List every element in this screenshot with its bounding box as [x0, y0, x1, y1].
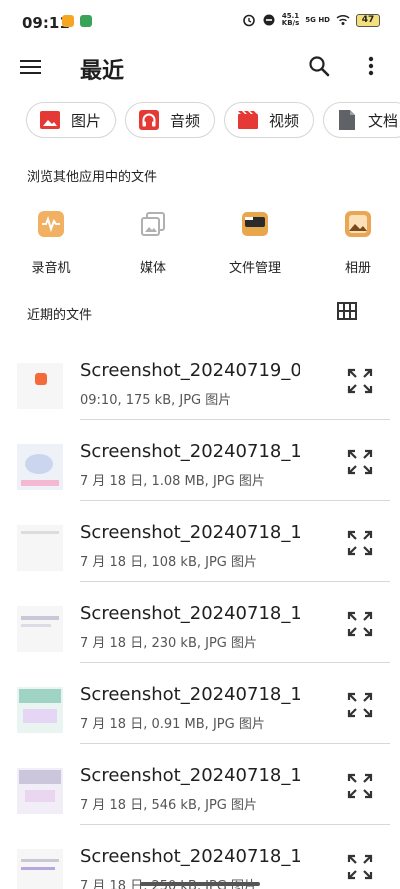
file-row[interactable]: Screenshot_20240718_1… 7 月 18 日, 230 kB,…: [0, 600, 400, 681]
expand-icon[interactable]: [347, 368, 373, 394]
file-meta: 7 月 18 日, 230 kB, JPG 图片: [80, 636, 258, 651]
chip-documents[interactable]: 文档: [323, 102, 400, 138]
thumbnail-content: [21, 531, 59, 534]
file-name: Screenshot_20240718_1…: [80, 684, 300, 705]
divider: [80, 824, 390, 825]
file-meta: 7 月 18 日, 0.91 MB, JPG 图片: [80, 717, 265, 732]
notification-app-icon-green: [80, 15, 92, 27]
chip-video[interactable]: 视频: [224, 102, 315, 138]
do-not-disturb-icon: [263, 14, 275, 26]
thumbnail-content: [21, 867, 55, 870]
expand-icon[interactable]: [347, 692, 373, 718]
app-label: 文件管理: [228, 261, 281, 276]
chip-images[interactable]: 图片: [26, 102, 117, 138]
file-name: Screenshot_20240719_0…: [80, 360, 300, 381]
status-bar: 09:11 45.1 KB/s 5G HD 47: [0, 0, 400, 48]
recorder-icon: [38, 211, 64, 237]
app-label: 相册: [344, 261, 371, 276]
file-meta: 7 月 18 日, 546 kB, JPG 图片: [80, 798, 258, 813]
app-gallery[interactable]: 相册: [323, 209, 393, 276]
network-type: 5G HD: [305, 15, 330, 24]
thumbnail-content: [25, 454, 53, 474]
file-thumbnail: [17, 525, 63, 571]
file-row[interactable]: Screenshot_20240718_1… 7 月 18 日, 546 kB,…: [0, 762, 400, 843]
chip-label: 文档: [368, 111, 399, 130]
thumbnail-content: [21, 859, 59, 862]
thumbnail-app-icon: [35, 373, 47, 385]
app-recorder[interactable]: 录音机: [16, 209, 86, 276]
video-clapper-icon: [238, 111, 259, 129]
thumbnail-content: [19, 689, 61, 703]
app-label: 媒体: [139, 261, 166, 276]
chip-audio[interactable]: 音频: [125, 102, 216, 138]
file-row[interactable]: Screenshot_20240719_0… 09:10, 175 kB, JP…: [0, 357, 400, 438]
browse-apps-heading: 浏览其他应用中的文件: [27, 170, 158, 185]
expand-icon[interactable]: [347, 530, 373, 556]
file-name: Screenshot_20240718_1…: [80, 522, 300, 543]
file-row[interactable]: Screenshot_20240718_1… 7 月 18 日, 0.91 MB…: [0, 681, 400, 762]
app-file-manager[interactable]: 文件管理: [220, 209, 290, 276]
expand-icon[interactable]: [347, 449, 373, 475]
network-speed: 45.1 KB/s: [281, 12, 300, 27]
category-chips: 图片 音频 视频 文档: [26, 102, 400, 138]
home-indicator[interactable]: [140, 882, 260, 886]
wifi-icon: [336, 14, 350, 25]
file-thumbnail: [17, 444, 63, 490]
recent-files-heading: 近期的文件: [27, 308, 93, 323]
file-row[interactable]: Screenshot_20240718_1… 7 月 18 日, 108 kB,…: [0, 519, 400, 600]
file-thumbnail: [17, 606, 63, 652]
status-right: 45.1 KB/s 5G HD 47: [242, 13, 380, 27]
app-label: 录音机: [31, 261, 71, 276]
file-name: Screenshot_20240718_1…: [80, 846, 300, 867]
divider: [80, 500, 390, 501]
thumbnail-content: [21, 624, 51, 627]
more-options-icon[interactable]: [360, 54, 382, 78]
image-icon: [40, 111, 60, 129]
thumbnail-content: [19, 770, 61, 784]
thumbnail-content: [25, 790, 55, 802]
notification-icons: [62, 15, 92, 27]
headphones-icon: [139, 110, 160, 130]
notification-app-icon-orange: [62, 15, 74, 27]
file-meta: 7 月 18 日, 1.08 MB, JPG 图片: [80, 474, 265, 489]
search-icon[interactable]: [307, 54, 331, 78]
file-name: Screenshot_20240718_1…: [80, 441, 300, 462]
thumbnail-content: [21, 616, 59, 620]
media-icon: [141, 212, 165, 236]
file-thumbnail: [17, 849, 63, 889]
gallery-icon: [345, 211, 371, 237]
document-icon: [339, 110, 356, 130]
grid-view-icon[interactable]: [337, 302, 357, 320]
menu-icon[interactable]: [20, 56, 42, 78]
chip-label: 视频: [269, 111, 300, 130]
page-title: 最近: [80, 59, 125, 84]
expand-icon[interactable]: [347, 611, 373, 637]
file-meta: 7 月 18 日, 108 kB, JPG 图片: [80, 555, 258, 570]
file-thumbnail: [17, 687, 63, 733]
file-meta: 09:10, 175 kB, JPG 图片: [80, 393, 232, 408]
thumbnail-content: [21, 480, 59, 486]
divider: [80, 743, 390, 744]
file-row[interactable]: Screenshot_20240718_1… 7 月 18 日, 1.08 MB…: [0, 438, 400, 519]
app-media[interactable]: 媒体: [118, 209, 188, 276]
file-thumbnail: [17, 363, 63, 409]
chip-label: 图片: [71, 111, 102, 130]
divider: [80, 419, 390, 420]
expand-icon[interactable]: [347, 854, 373, 880]
expand-icon[interactable]: [347, 773, 373, 799]
file-manager-icon: [242, 212, 268, 236]
file-name: Screenshot_20240718_1…: [80, 603, 300, 624]
battery-indicator: 47: [356, 13, 380, 27]
thumbnail-content: [23, 709, 57, 723]
file-name: Screenshot_20240718_1…: [80, 765, 300, 786]
chip-label: 音频: [170, 111, 201, 130]
divider: [80, 581, 390, 582]
app-bar: 最近: [0, 48, 400, 88]
alarm-icon: [242, 14, 255, 27]
divider: [80, 662, 390, 663]
file-thumbnail: [17, 768, 63, 814]
